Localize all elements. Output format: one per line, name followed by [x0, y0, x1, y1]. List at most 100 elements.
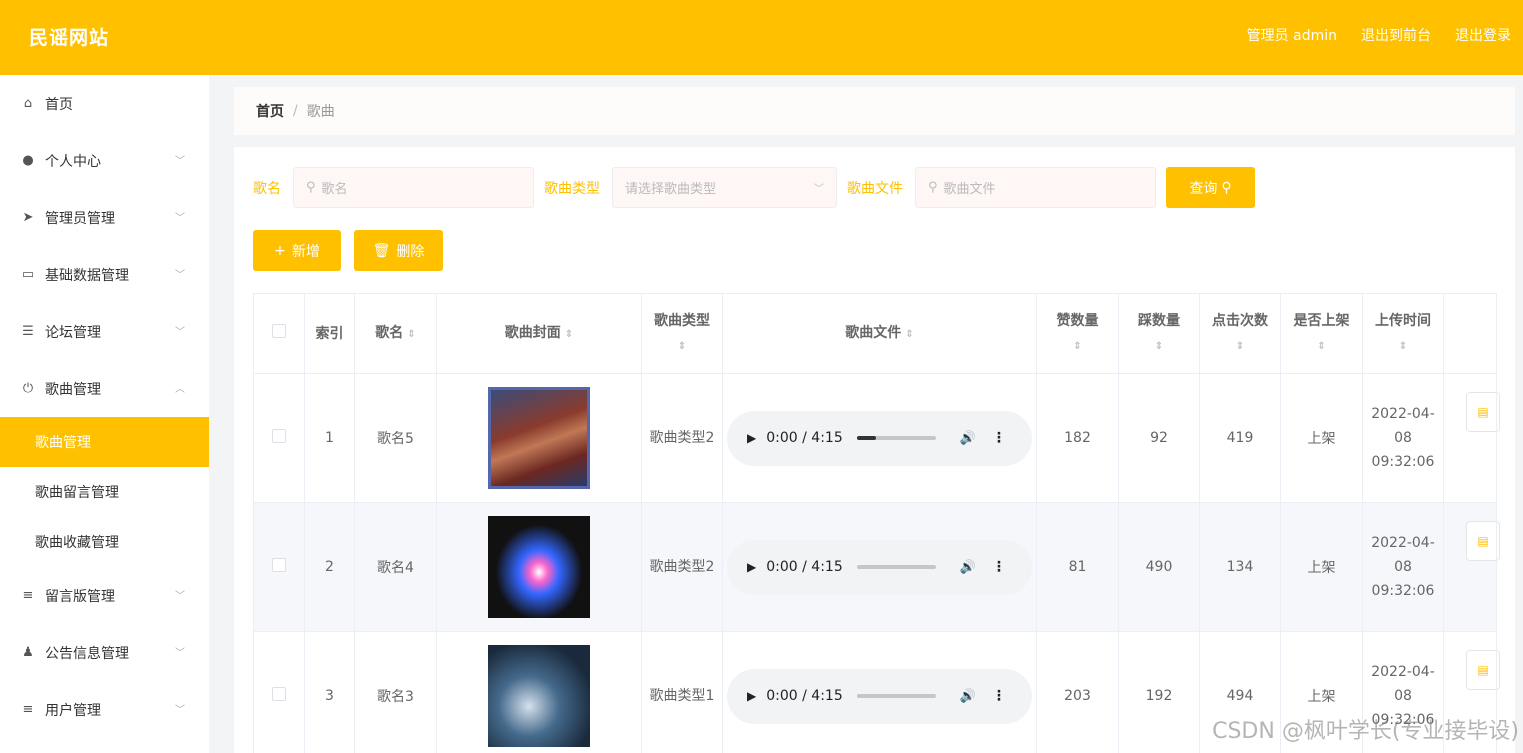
song-name-placeholder: 歌名 — [321, 182, 348, 197]
audio-progress-track[interactable] — [856, 694, 936, 698]
song-type-label: 歌曲类型 — [544, 180, 600, 197]
col-file[interactable]: 歌曲文件 ⇕ — [722, 293, 1037, 374]
sidebar-item-announcements[interactable]: ♟ 公告信息管理 ﹀ — [0, 624, 209, 681]
row-select-cell[interactable] — [253, 373, 305, 503]
row-checkbox[interactable] — [272, 429, 286, 443]
select-all-cell[interactable] — [253, 293, 305, 374]
volume-icon[interactable]: 🔊 — [960, 560, 976, 575]
sort-icon[interactable]: ⇕ — [1037, 334, 1118, 360]
audio-player[interactable]: ▶ 0:00 / 4:15 🔊 ⋮ — [727, 539, 1032, 595]
detail-button[interactable]: ▤ — [1466, 650, 1500, 690]
delete-button[interactable]: 🗑 删除 — [354, 230, 443, 271]
main-content: 歌名 ⚲ 歌名 歌曲类型 请选择歌曲类型 ﹀ 歌曲文件 ⚲ 歌曲文件 查询 ⚲ … — [234, 147, 1515, 753]
row-checkbox[interactable] — [272, 687, 286, 701]
exit-to-front-link[interactable]: 退出到前台 — [1361, 25, 1431, 45]
audio-progress-track[interactable] — [856, 565, 936, 569]
sidebar-item-label: 用户管理 — [45, 702, 101, 719]
submenu-item-song-comments[interactable]: 歌曲留言管理 — [0, 467, 209, 517]
detail-icon: ▤ — [1477, 405, 1489, 419]
sidebar-item-guestbook[interactable]: ≡ 留言版管理 ﹀ — [0, 567, 209, 624]
song-type-select[interactable]: 请选择歌曲类型 ﹀ — [612, 167, 837, 208]
col-clicks[interactable]: 点击次数 ⇕ — [1199, 293, 1281, 374]
sort-icon[interactable]: ⇕ — [565, 329, 573, 340]
play-icon[interactable]: ▶ — [747, 560, 756, 574]
detail-button[interactable]: ▤ — [1466, 392, 1500, 432]
sidebar-item-label: 管理员管理 — [45, 210, 115, 227]
logout-link[interactable]: 退出登录 — [1455, 25, 1511, 45]
sidebar-item-admin-management[interactable]: ➤ 管理员管理 ﹀ — [0, 189, 209, 246]
row-select-cell[interactable] — [253, 631, 305, 753]
table-row: 2 歌名4 歌曲类型2 ▶ 0:00 / 4:15 🔊 ⋮ 81 490 134 — [253, 502, 1500, 632]
sort-icon[interactable]: ⇕ — [905, 329, 913, 340]
more-options-icon[interactable]: ⋮ — [992, 430, 1006, 446]
audio-player[interactable]: ▶ 0:00 / 4:15 🔊 ⋮ — [727, 668, 1032, 724]
sidebar-item-label: 留言版管理 — [45, 588, 115, 605]
query-button[interactable]: 查询 ⚲ — [1166, 167, 1255, 208]
song-cover-image[interactable] — [488, 387, 590, 489]
play-icon[interactable]: ▶ — [747, 689, 756, 703]
col-listed[interactable]: 是否上架 ⇕ — [1280, 293, 1363, 374]
audio-player[interactable]: ▶ 0:00 / 4:15 🔊 ⋮ — [727, 410, 1032, 466]
play-icon[interactable]: ▶ — [747, 431, 756, 445]
col-operations — [1443, 293, 1497, 374]
sort-icon[interactable]: ⇕ — [407, 329, 415, 340]
song-file-input[interactable]: ⚲ 歌曲文件 — [915, 167, 1156, 208]
site-brand: 民谣网站 — [29, 27, 110, 49]
breadcrumb-separator: / — [293, 103, 298, 119]
volume-icon[interactable]: 🔊 — [960, 431, 976, 446]
volume-icon[interactable]: 🔊 — [960, 689, 976, 704]
sidebar-item-base-data[interactable]: ▭ 基础数据管理 ﹀ — [0, 246, 209, 303]
sort-icon[interactable]: ⇕ — [1200, 334, 1280, 360]
audio-buffered-fill — [856, 436, 877, 440]
row-select-cell[interactable] — [253, 502, 305, 632]
sidebar-item-forum[interactable]: ☰ 论坛管理 ﹀ — [0, 303, 209, 360]
sort-icon[interactable]: ⇕ — [1119, 334, 1199, 360]
cell-file: ▶ 0:00 / 4:15 🔊 ⋮ — [722, 631, 1037, 753]
sort-icon[interactable]: ⇕ — [1363, 334, 1443, 360]
more-options-icon[interactable]: ⋮ — [992, 688, 1006, 704]
detail-button[interactable]: ▤ — [1466, 521, 1500, 561]
cell-name: 歌名3 — [354, 631, 437, 753]
col-dislikes[interactable]: 踩数量 ⇕ — [1118, 293, 1200, 374]
col-likes[interactable]: 赞数量 ⇕ — [1036, 293, 1119, 374]
col-clicks-label: 点击次数 — [1212, 312, 1268, 329]
message-icon: ▭ — [21, 267, 35, 282]
breadcrumb-home[interactable]: 首页 — [256, 101, 284, 121]
select-all-checkbox[interactable] — [272, 323, 286, 338]
song-cover-image[interactable] — [488, 645, 590, 747]
submenu-item-song-favorites[interactable]: 歌曲收藏管理 — [0, 517, 209, 567]
song-type-placeholder: 请选择歌曲类型 — [625, 182, 717, 197]
sidebar-item-home[interactable]: ⌂ 首页 — [0, 75, 209, 132]
table-header-row: 索引 歌名 ⇕ 歌曲封面 ⇕ 歌曲类型 ⇕ 歌曲文件 ⇕ 赞数量 ⇕ 踩数量 ⇕ 点击次数 ⇕… — [253, 293, 1497, 374]
sort-icon[interactable]: ⇕ — [1281, 334, 1362, 360]
song-cover-image[interactable] — [488, 516, 590, 618]
sidebar-item-personal-center[interactable]: ● 个人中心 ﹀ — [0, 132, 209, 189]
submenu-item-songs[interactable]: 歌曲管理 — [0, 417, 209, 467]
col-listed-label: 是否上架 — [1293, 312, 1350, 329]
cell-dislikes: 192 — [1118, 631, 1200, 753]
more-options-icon[interactable]: ⋮ — [992, 559, 1006, 575]
chevron-down-icon: ﹀ — [175, 270, 185, 281]
delete-button-label: 删除 — [396, 243, 425, 260]
chevron-down-icon: ﹀ — [175, 591, 185, 602]
query-button-label: 查询 — [1189, 180, 1218, 197]
cell-type: 歌曲类型2 — [641, 502, 723, 632]
add-button[interactable]: + 新增 — [253, 230, 341, 271]
col-upload-time[interactable]: 上传时间 ⇕ — [1362, 293, 1444, 374]
cell-name: 歌名4 — [354, 502, 437, 632]
sidebar-item-song-management[interactable]: ⏻ 歌曲管理 ︿ — [0, 360, 209, 417]
col-cover[interactable]: 歌曲封面 ⇕ — [436, 293, 642, 374]
audio-progress-track[interactable] — [856, 436, 936, 440]
cell-upload-time: 2022-04-08 09:32:06 — [1362, 373, 1444, 503]
col-name[interactable]: 歌名 ⇕ — [354, 293, 437, 374]
song-name-input[interactable]: ⚲ 歌名 — [293, 167, 534, 208]
admin-user-label[interactable]: 管理员 admin — [1247, 25, 1337, 45]
cell-file: ▶ 0:00 / 4:15 🔊 ⋮ — [722, 373, 1037, 503]
col-type[interactable]: 歌曲类型 ⇕ — [641, 293, 723, 374]
detail-icon: ▤ — [1477, 663, 1489, 677]
cell-cover — [436, 502, 642, 632]
row-checkbox[interactable] — [272, 558, 286, 572]
chevron-down-icon: ﹀ — [175, 648, 185, 659]
sidebar-item-users[interactable]: ≡ 用户管理 ﹀ — [0, 681, 209, 738]
sort-icon[interactable]: ⇕ — [642, 334, 722, 360]
